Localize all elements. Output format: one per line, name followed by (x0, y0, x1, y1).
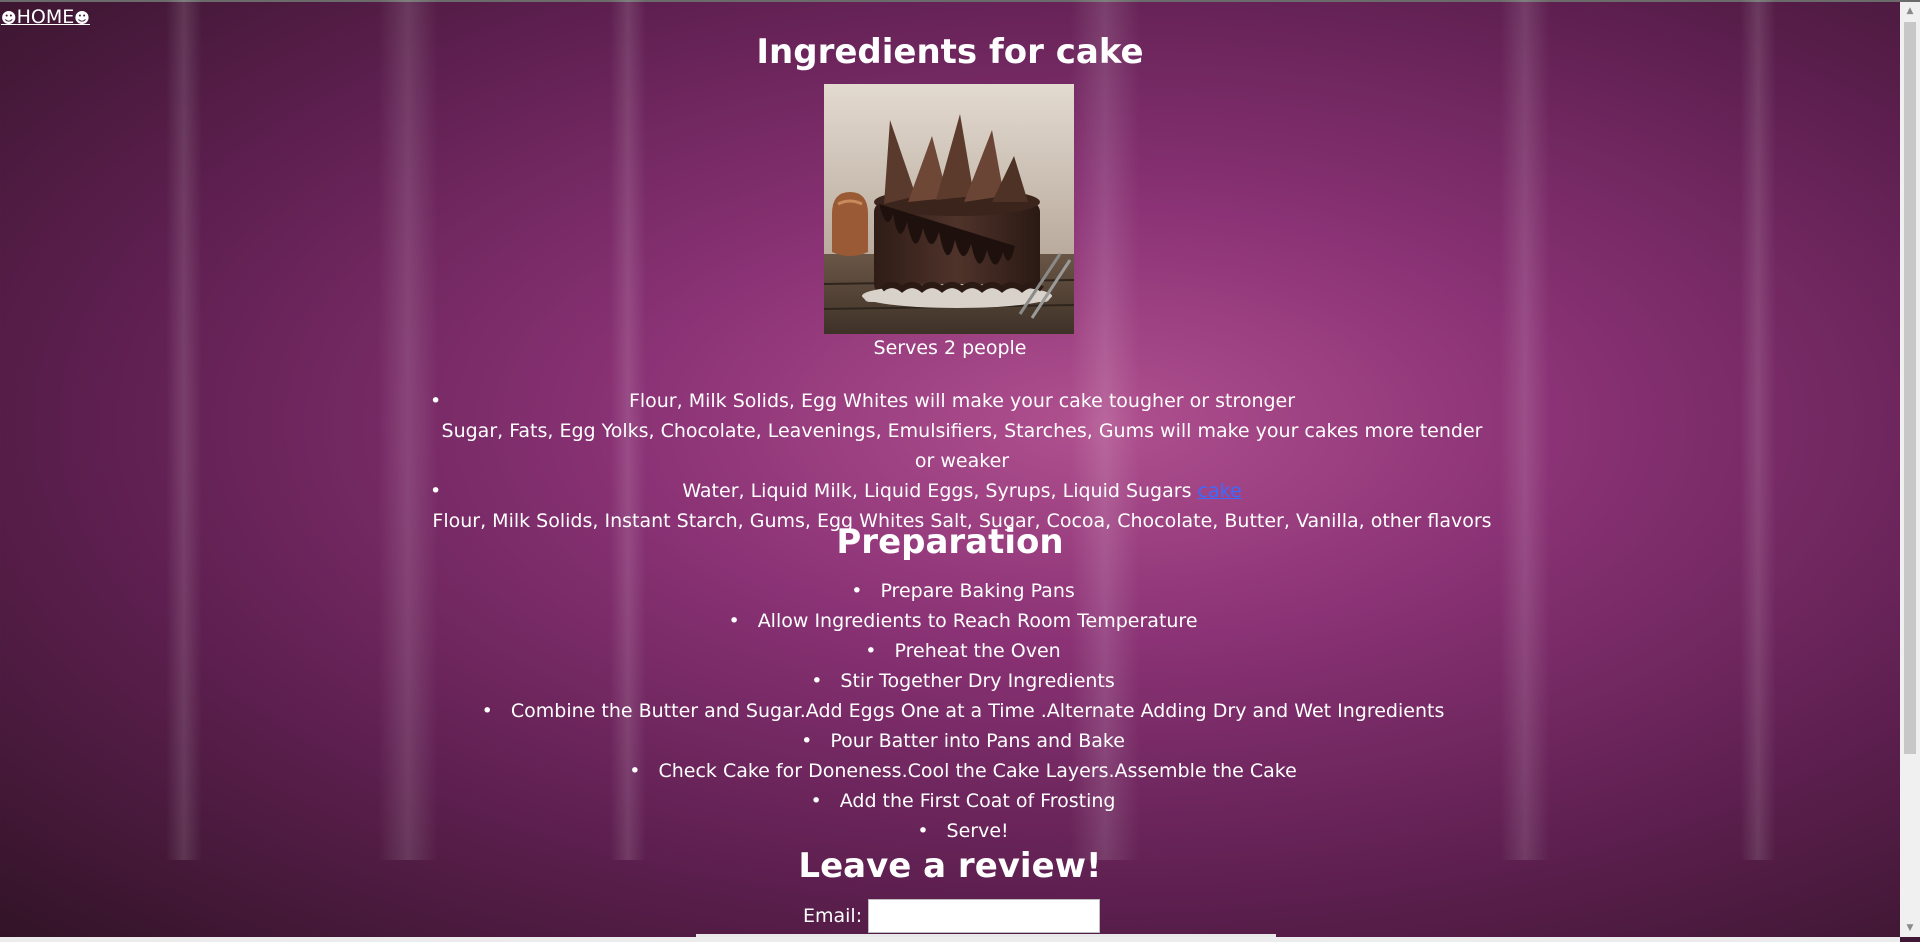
email-field[interactable] (868, 899, 1101, 933)
bullet-icon: • (629, 760, 641, 782)
preparation-step: Preheat the Oven (894, 640, 1061, 662)
review-title: Leave a review! (798, 846, 1102, 886)
list-item: • Prepare Baking Pans (0, 576, 1920, 606)
preparation-step: Combine the Butter and Sugar.Add Eggs On… (510, 700, 1445, 722)
list-item: • Serve! (0, 816, 1920, 846)
scroll-up-arrow-icon[interactable]: ▲ (1900, 2, 1920, 20)
cake-link[interactable]: cake (1198, 480, 1242, 502)
bullet-icon: • (728, 610, 740, 632)
scroll-down-arrow-icon[interactable]: ▼ (1900, 919, 1920, 937)
preparation-step: Add the First Coat of Frosting (839, 790, 1116, 812)
smile-icon: ☻ (74, 9, 90, 27)
page-title: Ingredients for cake (756, 32, 1144, 72)
preparation-step: Pour Batter into Pans and Bake (830, 730, 1125, 752)
window-bottom-edge (0, 937, 1900, 942)
ingredients-list: • Flour, Milk Solids, Egg Whites will ma… (430, 386, 1494, 536)
preparation-step: Serve! (946, 820, 1009, 842)
bullet-icon: • (801, 730, 813, 752)
cake-image (824, 84, 1074, 334)
preparation-step: Allow Ingredients to Reach Room Temperat… (757, 610, 1198, 632)
bullet-icon: • (430, 480, 442, 502)
preparation-step: Stir Together Dry Ingredients (840, 670, 1115, 692)
window-top-edge (0, 0, 1920, 2)
list-item: • Flour, Milk Solids, Egg Whites will ma… (430, 386, 1494, 476)
bullet-icon: • (811, 670, 823, 692)
bullet-icon: • (430, 390, 442, 412)
list-item: • Add the First Coat of Frosting (0, 786, 1920, 816)
list-item: • Allow Ingredients to Reach Room Tempera… (0, 606, 1920, 636)
preparation-list: • Prepare Baking Pans • Allow Ingredients … (0, 576, 1920, 846)
list-item: • Check Cake for Doneness.Cool the Cake L… (0, 756, 1920, 786)
bullet-icon: • (865, 640, 877, 662)
smile-icon: ☻ (1, 9, 17, 27)
serves-text: Serves 2 people (873, 337, 1027, 359)
preparation-step: Prepare Baking Pans (880, 580, 1075, 602)
list-item: • Pour Batter into Pans and Bake (0, 726, 1920, 756)
preparation-step: Check Cake for Doneness.Cool the Cake La… (658, 760, 1297, 782)
email-row: Email: (803, 898, 1101, 934)
ingredient-line: Water, Liquid Milk, Liquid Eggs, Syrups,… (682, 480, 1192, 502)
bullet-icon: • (481, 700, 493, 722)
list-item: • Stir Together Dry Ingredients (0, 666, 1920, 696)
ingredient-line: Flour, Milk Solids, Egg Whites will make… (628, 390, 1296, 412)
home-link[interactable]: ☻HOME☻ (1, 6, 90, 28)
email-label: Email: (803, 905, 863, 927)
list-item: • Combine the Butter and Sugar.Add Eggs O… (0, 696, 1920, 726)
cake-photo-icon (824, 84, 1074, 334)
scrollbar-thumb[interactable] (1904, 22, 1916, 754)
bullet-icon: • (851, 580, 863, 602)
bullet-icon: • (917, 820, 929, 842)
preparation-title: Preparation (836, 522, 1064, 562)
bullet-icon: • (810, 790, 822, 812)
ingredient-line: Sugar, Fats, Egg Yolks, Chocolate, Leave… (441, 420, 1483, 472)
list-item: • Preheat the Oven (0, 636, 1920, 666)
home-link-label: HOME (16, 6, 75, 28)
vertical-scrollbar[interactable]: ▲ ▼ (1900, 2, 1920, 937)
